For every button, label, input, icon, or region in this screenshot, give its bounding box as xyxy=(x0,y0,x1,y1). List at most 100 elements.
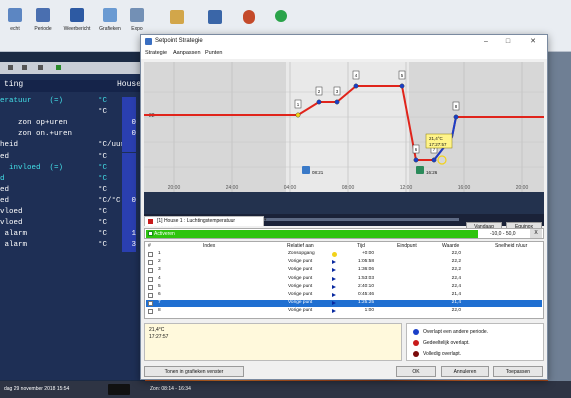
row-checkbox[interactable] xyxy=(148,276,153,282)
table-row[interactable]: 1 Zonsopgang +0:00 22,0 xyxy=(146,251,542,258)
range-clear-button[interactable]: X xyxy=(530,229,542,238)
row-tijd: 1:25:25 xyxy=(357,300,374,306)
parameter-value xyxy=(122,185,136,197)
x-tick-label: 20:00 xyxy=(516,185,529,191)
maximize-button[interactable]: □ xyxy=(501,37,515,47)
row-relatief: Vorige punt xyxy=(288,308,313,314)
parameter-row[interactable]: eratuur (=) °C xyxy=(0,97,145,108)
parameter-value xyxy=(122,208,136,219)
points-table: # Index Relatief aan Tijd Eindpunt Waard… xyxy=(144,241,544,319)
toolbar-button-3[interactable]: Grafieken xyxy=(95,8,125,32)
row-checkbox[interactable] xyxy=(148,268,153,274)
panel-tool-icon[interactable] xyxy=(8,65,13,70)
table-row[interactable]: 8 Vorige punt 1:00 22,0 xyxy=(146,308,542,315)
menu-punten[interactable]: Punten xyxy=(205,50,222,56)
table-row[interactable]: 7 Vorige punt 1:25:25 21,4 xyxy=(146,300,542,308)
panel-tool-icon[interactable] xyxy=(22,65,27,70)
setpoint-marker xyxy=(334,99,340,105)
background-right-edge xyxy=(548,52,571,398)
parameter-row[interactable]: °C xyxy=(0,108,145,120)
dialog-title: Setpoint Strategie xyxy=(155,38,203,44)
parameter-row[interactable]: ed °C xyxy=(0,185,145,197)
parameter-unit: °C xyxy=(98,241,108,250)
legend-text: Gedeeltelijk overlapt. xyxy=(423,340,470,346)
parameter-row[interactable]: ed °C/°C 0 xyxy=(0,196,145,208)
row-tijd: 1:00 xyxy=(364,308,374,314)
parameter-row[interactable]: zon op+uren 0 xyxy=(0,119,145,131)
parameter-row[interactable]: vloed °C xyxy=(0,219,145,231)
table-row[interactable]: 6 Vorige punt 0:45:46 21,4 xyxy=(146,292,542,299)
close-button[interactable]: ✕ xyxy=(526,37,540,47)
row-checkbox[interactable] xyxy=(148,284,153,290)
row-waarde: 22,0 xyxy=(451,251,461,256)
row-checkbox[interactable] xyxy=(148,252,153,257)
panel-title-left: ting xyxy=(4,80,24,89)
parameter-unit: °C/uur xyxy=(98,141,126,150)
row-number: 5 xyxy=(158,283,161,289)
panel-tool-icon[interactable] xyxy=(56,65,61,70)
activeren-toggle[interactable]: Activeren xyxy=(146,230,478,238)
setpoint-chart[interactable]: 20:00 24:00 04:00 08:00 12:00 16:00 20:00 22 1 2 3… xyxy=(144,62,544,232)
minimize-button[interactable]: – xyxy=(479,37,493,47)
parameter-unit: °C xyxy=(98,219,108,228)
toolbar-button-2[interactable]: Weerbericht xyxy=(60,8,94,32)
parameter-row[interactable]: vloed °C xyxy=(0,208,145,219)
parameter-row[interactable]: d °C xyxy=(0,174,145,186)
table-row[interactable]: 5 Vorige punt 2:40:10 22,4 xyxy=(146,284,542,291)
row-waarde: 22,4 xyxy=(451,283,461,289)
table-row[interactable]: 3 Vorige punt 1:36:06 22,2 xyxy=(146,267,542,274)
toolbar-button-1[interactable]: Periode xyxy=(30,8,56,32)
calendar-icon xyxy=(36,8,50,22)
row-checkbox[interactable] xyxy=(148,301,153,307)
toolbar-button-0[interactable]: echt xyxy=(2,8,28,32)
menu-strategie[interactable]: Strategie xyxy=(145,50,167,56)
parameter-row[interactable]: heid °C/uur xyxy=(0,141,145,153)
parameter-unit: °C xyxy=(98,163,108,172)
column-header-tijd: Tijd xyxy=(357,243,365,249)
row-relatief: Vorige punt xyxy=(288,267,313,273)
row-relatief: Zonsopgang xyxy=(288,251,315,256)
dialog-titlebar[interactable]: Setpoint Strategie – □ ✕ xyxy=(141,35,547,49)
cancel-button[interactable]: Annuleren xyxy=(441,366,489,377)
parameter-row[interactable]: invloed (=) °C xyxy=(0,163,145,175)
column-header-index: Index xyxy=(203,243,216,249)
play-marker-icon xyxy=(332,276,336,281)
monitor-icon[interactable] xyxy=(208,10,222,24)
toolbar-button-4[interactable]: Expo xyxy=(124,8,150,32)
show-in-charts-button[interactable]: Tonen in grafieken venster xyxy=(144,366,244,377)
folder-icon[interactable] xyxy=(170,10,184,24)
row-number: 8 xyxy=(158,308,161,314)
setpoint-marker xyxy=(399,83,405,89)
table-row[interactable]: 4 Vorige punt 1:53:03 22,4 xyxy=(146,276,542,283)
parameter-row[interactable]: ed °C xyxy=(0,152,145,164)
tooltip-time: 17:27:57 xyxy=(429,142,447,147)
ok-button[interactable]: OK xyxy=(396,366,436,377)
row-checkbox[interactable] xyxy=(148,260,153,266)
person-icon[interactable] xyxy=(243,10,255,24)
setpoint-marker xyxy=(453,114,459,120)
x-tick-label: 04:00 xyxy=(284,185,297,191)
row-checkbox[interactable] xyxy=(148,293,153,298)
parameter-value xyxy=(122,141,136,153)
row-waarde: 21,4 xyxy=(451,292,461,297)
tab-label: [1] House 1 : Luchtingstemperatuur xyxy=(157,218,236,224)
panel-tool-icon[interactable] xyxy=(38,65,43,70)
range-label: -10,0 - 50,0 xyxy=(490,231,516,237)
tab-house-1[interactable]: [1] House 1 : Luchtingstemperatuur xyxy=(144,216,264,226)
x-tick-label: 12:00 xyxy=(400,185,413,191)
globe-icon[interactable] xyxy=(275,10,287,22)
parameter-row[interactable]: zon on.+uren 0 xyxy=(0,130,145,142)
taskbar-date: dag 29 november 2018 15:54 xyxy=(4,386,70,392)
parameter-row[interactable]: alarm °C 1 xyxy=(0,230,145,242)
row-checkbox[interactable] xyxy=(148,309,153,315)
taskbar-app-icon[interactable] xyxy=(108,384,130,395)
note-temperature: 21,4°C xyxy=(149,327,165,333)
tab-dropdown-icon[interactable]: ▾ xyxy=(264,217,274,223)
parameter-row[interactable]: alarm °C 3 xyxy=(0,241,145,253)
table-row[interactable]: 2 Vorige punt 1:05:58 22,2 xyxy=(146,259,542,266)
chart-canvas[interactable]: 20:00 24:00 04:00 08:00 12:00 16:00 20:002212 3… xyxy=(144,62,544,226)
row-tijd: 0:45:46 xyxy=(357,292,374,297)
activeren-checkbox[interactable] xyxy=(148,231,153,236)
menu-aanpassen[interactable]: Aanpassen xyxy=(173,50,201,56)
apply-button[interactable]: Toepassen xyxy=(493,366,543,377)
